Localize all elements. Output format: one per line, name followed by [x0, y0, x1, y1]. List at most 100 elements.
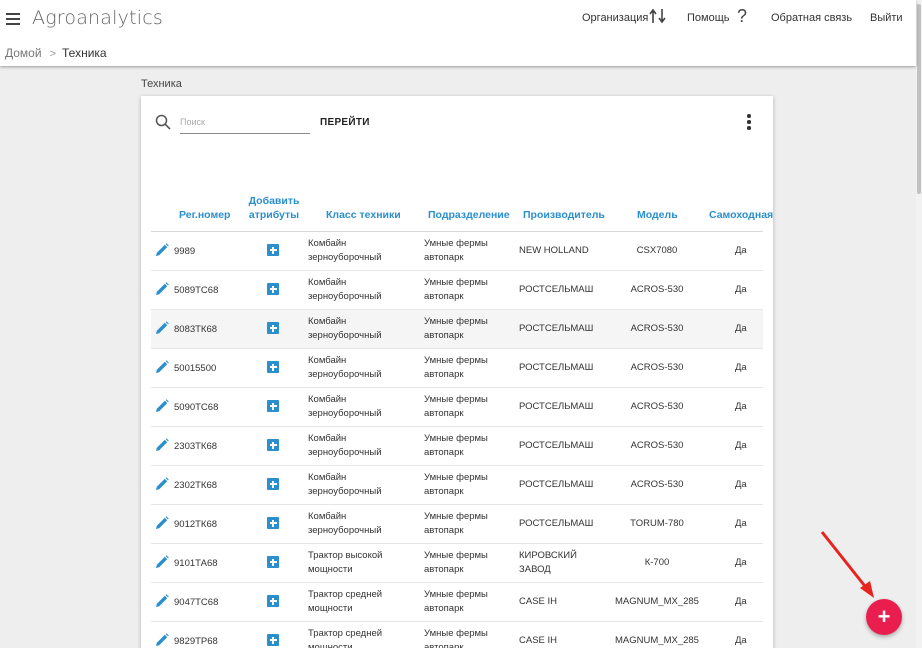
breadcrumb-home[interactable]: Домой [5, 46, 42, 60]
more-options-icon[interactable] [745, 114, 753, 132]
column-class[interactable]: Класс техники [326, 208, 401, 222]
edit-icon[interactable] [155, 438, 169, 452]
cell-class-line1: Комбайн [308, 394, 347, 405]
cell-self-propelled: Да [735, 479, 747, 490]
cell-division-line1: Умные фермы [424, 316, 488, 327]
add-attribute-icon[interactable] [267, 439, 279, 451]
edit-icon[interactable] [155, 555, 169, 569]
cell-model: ACROS-530 [630, 284, 684, 295]
edit-icon[interactable] [155, 399, 169, 413]
vehicles-card: ПЕРЕЙТИ Рег.номер Добавить атрибуты Клас… [141, 96, 773, 648]
cell-manufacturer-line1: РОСТСЕЛЬМАШ [519, 323, 594, 334]
add-attribute-icon[interactable] [267, 634, 279, 646]
cell-division: Умные фермы автопарк [424, 471, 488, 499]
table-row[interactable]: 9012ТК68 Комбайн зерноуборочный Умные фе… [151, 505, 763, 544]
cell-class-line2: зерноуборочный [308, 486, 382, 497]
add-attribute-icon[interactable] [267, 556, 279, 568]
cell-division: Умные фермы автопарк [424, 315, 488, 343]
swap-icon[interactable] [649, 8, 667, 24]
cell-class-line1: Комбайн [308, 277, 347, 288]
nav-help[interactable]: Помощь [687, 12, 730, 24]
cell-class-line2: мощности [308, 642, 353, 648]
cell-manufacturer-line1: NEW HOLLAND [519, 245, 589, 256]
breadcrumb-current: Техника [62, 46, 107, 60]
add-vehicle-button[interactable]: + [866, 599, 902, 635]
table-row[interactable]: 2303ТК68 Комбайн зерноуборочный Умные фе… [151, 427, 763, 466]
column-division[interactable]: Подразделение [428, 208, 510, 222]
table-row[interactable]: 9101ТА68 Трактор высокой мощности Умные … [151, 544, 763, 583]
table-row[interactable]: 9989 Комбайн зерноуборочный Умные фермы … [151, 232, 763, 271]
app-title[interactable]: Agroanalytics [32, 7, 163, 29]
edit-icon[interactable] [155, 321, 169, 335]
cell-reg-number: 5090ТС68 [174, 402, 219, 413]
cell-class-line1: Комбайн [308, 433, 347, 444]
add-attribute-icon[interactable] [267, 283, 279, 295]
edit-icon[interactable] [155, 360, 169, 374]
cell-self-propelled: Да [735, 557, 747, 568]
cell-class-line2: зерноуборочный [308, 447, 382, 458]
cell-reg-number: 8083ТК68 [174, 324, 218, 335]
column-manufacturer[interactable]: Производитель [523, 208, 605, 222]
cell-manufacturer-line1: КИРОВСКИЙ [519, 550, 577, 561]
cell-division-line1: Умные фермы [424, 472, 488, 483]
hamburger-menu-icon[interactable] [6, 10, 20, 26]
cell-self-propelled: Да [735, 362, 747, 373]
column-add-attributes[interactable]: Добавить атрибуты [247, 194, 301, 222]
table-row[interactable]: 5090ТС68 Комбайн зерноуборочный Умные фе… [151, 388, 763, 427]
nav-organization[interactable]: Организация [582, 12, 648, 24]
cell-model: MAGNUM_MX_285 [615, 635, 699, 646]
column-model[interactable]: Модель [637, 208, 678, 222]
cell-division-line1: Умные фермы [424, 394, 488, 405]
cell-class-line1: Комбайн [308, 472, 347, 483]
cell-manufacturer-line2: ЗАВОД [519, 564, 551, 575]
cell-division-line1: Умные фермы [424, 355, 488, 366]
cell-manufacturer: РОСТСЕЛЬМАШ [519, 361, 593, 375]
cell-class: Комбайн зерноуборочный [308, 393, 382, 421]
cell-self-propelled: Да [735, 635, 747, 646]
edit-icon[interactable] [155, 516, 169, 530]
add-attribute-icon[interactable] [267, 244, 279, 256]
add-attribute-icon[interactable] [267, 361, 279, 373]
cell-division-line2: автопарк [424, 330, 464, 341]
cell-model: ACROS-530 [630, 323, 684, 334]
cell-division-line1: Умные фермы [424, 628, 488, 639]
nav-feedback[interactable]: Обратная связь [771, 12, 852, 24]
table-row[interactable]: 9829ТР68 Трактор средней мощности Умные … [151, 622, 763, 648]
table-row[interactable]: 9047ТС68 Трактор средней мощности Умные … [151, 583, 763, 622]
column-add-attributes-line1: Добавить [248, 195, 300, 207]
cell-division-line2: автопарк [424, 486, 464, 497]
cell-manufacturer-line1: РОСТСЕЛЬМАШ [519, 401, 594, 412]
edit-icon[interactable] [155, 282, 169, 296]
cell-reg-number: 9047ТС68 [174, 597, 219, 608]
column-reg-number[interactable]: Рег.номер [179, 208, 230, 222]
cell-reg-number: 2303ТК68 [174, 441, 218, 452]
go-button[interactable]: ПЕРЕЙТИ [320, 117, 370, 128]
table-row[interactable]: 8083ТК68 Комбайн зерноуборочный Умные фе… [151, 310, 763, 349]
edit-icon[interactable] [155, 243, 169, 257]
scrollbar-thumb[interactable] [917, 4, 921, 194]
edit-icon[interactable] [155, 633, 169, 647]
add-attribute-icon[interactable] [267, 595, 279, 607]
table-row[interactable]: 5089ТС68 Комбайн зерноуборочный Умные фе… [151, 271, 763, 310]
cell-manufacturer-line1: РОСТСЕЛЬМАШ [519, 440, 594, 451]
nav-logout[interactable]: Выйти [870, 12, 903, 24]
edit-icon[interactable] [155, 477, 169, 491]
edit-icon[interactable] [155, 594, 169, 608]
cell-class: Комбайн зерноуборочный [308, 354, 382, 382]
cell-division-line1: Умные фермы [424, 589, 488, 600]
cell-division-line1: Умные фермы [424, 511, 488, 522]
table-row[interactable]: 50015500 Комбайн зерноуборочный Умные фе… [151, 349, 763, 388]
add-attribute-icon[interactable] [267, 478, 279, 490]
cell-division-line2: автопарк [424, 447, 464, 458]
add-attribute-icon[interactable] [267, 517, 279, 529]
column-self-propelled[interactable]: Самоходная [709, 208, 773, 222]
cell-manufacturer: КИРОВСКИЙ ЗАВОД [519, 549, 577, 577]
search-input[interactable] [180, 110, 310, 134]
cell-manufacturer: NEW HOLLAND [519, 244, 589, 258]
add-attribute-icon[interactable] [267, 400, 279, 412]
cell-class-line1: Комбайн [308, 355, 347, 366]
table-row[interactable]: 2302ТК68 Комбайн зерноуборочный Умные фе… [151, 466, 763, 505]
add-attribute-icon[interactable] [267, 322, 279, 334]
help-icon[interactable]: ? [737, 6, 747, 27]
breadcrumb: Домой > Техника [5, 46, 107, 60]
